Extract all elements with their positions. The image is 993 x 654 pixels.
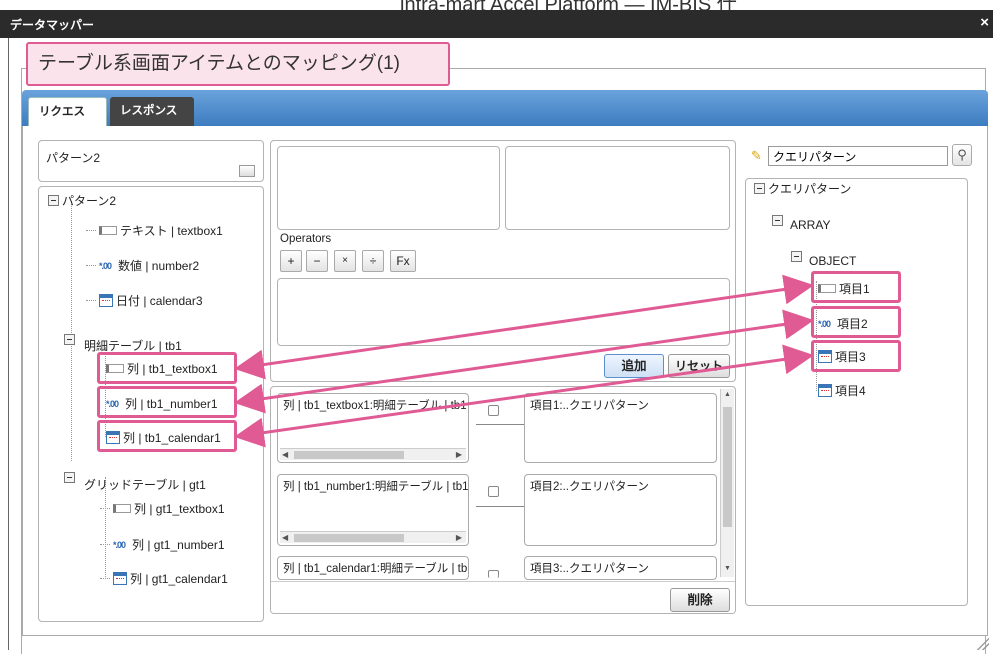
mapping-target-text: 項目3:..クエリパターン — [530, 563, 649, 575]
tree-label: OBJECT — [809, 254, 857, 268]
source-tree-root[interactable]: パターン2 — [48, 192, 116, 209]
target-tree-root[interactable]: クエリパターン — [754, 180, 851, 197]
tree-collapse-icon[interactable] — [64, 472, 75, 483]
highlight-box — [97, 386, 237, 418]
tree-label: 列 | gt1_calendar1 — [130, 572, 228, 586]
page-top-text: intra-mart Accel Platform — IM-BIS 仕 — [400, 0, 737, 10]
tree-label: グリッドテーブル | gt1 — [84, 478, 206, 492]
number-field-icon: *.00 — [99, 260, 112, 271]
tree-label: パターン2 — [62, 194, 117, 208]
source-tree-number2[interactable]: *.00 数値 | number2 — [86, 257, 199, 274]
source-tree-textbox1[interactable]: テキスト | textbox1 — [86, 222, 223, 239]
tree-collapse-icon[interactable] — [64, 334, 75, 345]
tree-label: 項目4 — [835, 384, 866, 398]
window-titlebar: データマッパー × — [0, 10, 993, 38]
source-expression-box[interactable] — [277, 146, 500, 230]
target-search-input[interactable] — [768, 146, 948, 166]
annotation-callout: テーブル系画面アイテムとのマッピング(1) — [26, 42, 450, 86]
highlight-box — [97, 420, 237, 452]
tree-collapse-icon[interactable] — [772, 214, 783, 226]
mapping-source-text: 列 | tb1_textbox1:明細テーブル | tb1 — [283, 400, 467, 412]
tree-label: 日付 | calendar3 — [116, 294, 203, 308]
target-tree-object[interactable]: OBJECT — [791, 244, 856, 268]
calendar-field-icon — [99, 294, 113, 307]
add-button[interactable]: 追加 — [604, 354, 664, 378]
highlight-box — [811, 271, 901, 303]
search-icon[interactable]: ⚲ — [952, 144, 972, 166]
scroll-down-arrow[interactable]: ▼ — [724, 565, 731, 572]
target-tree-array[interactable]: ARRAY — [772, 208, 830, 232]
scrollbar-thumb[interactable] — [723, 407, 732, 527]
tree-label: クエリパターン — [768, 182, 852, 196]
mapping-target-text: 項目2:..クエリパターン — [530, 481, 649, 493]
mapping-target-text: 項目1:..クエリパターン — [530, 400, 649, 412]
query-pattern-icon: ✎ — [751, 148, 762, 163]
resize-grip-icon[interactable] — [975, 636, 989, 650]
source-selector-value: パターン2 — [46, 151, 101, 165]
highlight-box — [811, 306, 901, 338]
scroll-up-arrow[interactable]: ▲ — [724, 391, 731, 398]
tab-bar: リクエスト レスポンス — [22, 90, 988, 146]
list-icon[interactable] — [239, 165, 255, 177]
divide-operator-button[interactable]: ÷ — [362, 250, 384, 272]
mapping-connector-line — [476, 506, 524, 507]
number-field-icon: *.00 — [113, 539, 126, 550]
mapping-target-box[interactable]: 項目1:..クエリパターン — [524, 393, 717, 463]
horizontal-scrollbar[interactable]: ◀ ▶ — [280, 531, 466, 543]
tree-label: 列 | gt1_textbox1 — [134, 502, 225, 516]
tree-collapse-icon[interactable] — [754, 183, 765, 194]
source-selector[interactable]: パターン2 — [38, 140, 264, 182]
reset-button[interactable]: リセット — [668, 354, 730, 378]
mapping-connector-line — [476, 424, 524, 425]
vertical-scrollbar[interactable]: ▲ ▼ — [720, 389, 734, 577]
operators-label: Operators — [280, 233, 332, 245]
mapping-target-box[interactable]: 項目3:..クエリパターン — [524, 556, 717, 580]
tree-collapse-icon[interactable] — [791, 250, 802, 262]
tab-request[interactable]: リクエスト — [28, 97, 107, 146]
mapping-source-box[interactable]: 列 | tb1_calendar1:明細テーブル | tb1 — [277, 556, 469, 580]
text-field-icon — [99, 226, 117, 235]
source-tree-gt1-number1[interactable]: *.00 列 | gt1_number1 — [100, 536, 225, 553]
mapping-target-box[interactable]: 項目2:..クエリパターン — [524, 474, 717, 546]
source-tree-gt1-calendar1[interactable]: 列 | gt1_calendar1 — [100, 570, 228, 587]
function-operator-button[interactable]: Fx — [390, 250, 416, 272]
tree-label: 数値 | number2 — [118, 259, 200, 273]
source-tree-gt1[interactable]: グリッドテーブル | gt1 — [64, 462, 206, 493]
text-field-icon — [113, 504, 131, 513]
source-tree-calendar3[interactable]: 日付 | calendar3 — [86, 292, 203, 309]
mapping-source-text: 列 | tb1_calendar1:明細テーブル | tb1 — [283, 563, 469, 575]
plus-operator-button[interactable]: + — [280, 250, 302, 272]
minus-operator-button[interactable]: − — [306, 250, 328, 272]
delete-button[interactable]: 削除 — [670, 588, 730, 612]
calendar-field-icon — [113, 572, 127, 585]
tree-label: ARRAY — [790, 218, 831, 232]
highlight-box — [811, 340, 901, 372]
source-tree-gt1-textbox1[interactable]: 列 | gt1_textbox1 — [100, 500, 225, 517]
tree-label: テキスト | textbox1 — [120, 224, 223, 238]
highlight-box — [97, 352, 237, 384]
mapping-checkbox[interactable] — [488, 405, 499, 416]
target-tree-item4[interactable]: 項目4 — [818, 382, 866, 399]
source-tree-tb1[interactable]: 明細テーブル | tb1 — [64, 325, 182, 354]
mapping-source-text: 列 | tb1_number1:明細テーブル | tb1 — [283, 481, 469, 493]
tree-label: 列 | gt1_number1 — [132, 538, 225, 552]
expression-textarea[interactable] — [277, 278, 730, 346]
calendar-field-icon — [818, 384, 832, 397]
tab-response[interactable]: レスポンス — [110, 97, 194, 126]
mapping-checkbox[interactable] — [488, 570, 499, 578]
mapping-checkbox[interactable] — [488, 486, 499, 497]
page-top-fragment: intra-mart Accel Platform — IM-BIS 仕 — [0, 0, 993, 10]
target-expression-box[interactable] — [505, 146, 730, 230]
multiply-operator-button[interactable]: × — [334, 250, 356, 272]
close-icon[interactable]: × — [980, 14, 989, 31]
tree-collapse-icon[interactable] — [48, 195, 59, 206]
mapping-list-footer — [271, 581, 735, 613]
window-title: データマッパー — [10, 18, 95, 32]
horizontal-scrollbar[interactable]: ◀ ▶ — [280, 448, 466, 460]
